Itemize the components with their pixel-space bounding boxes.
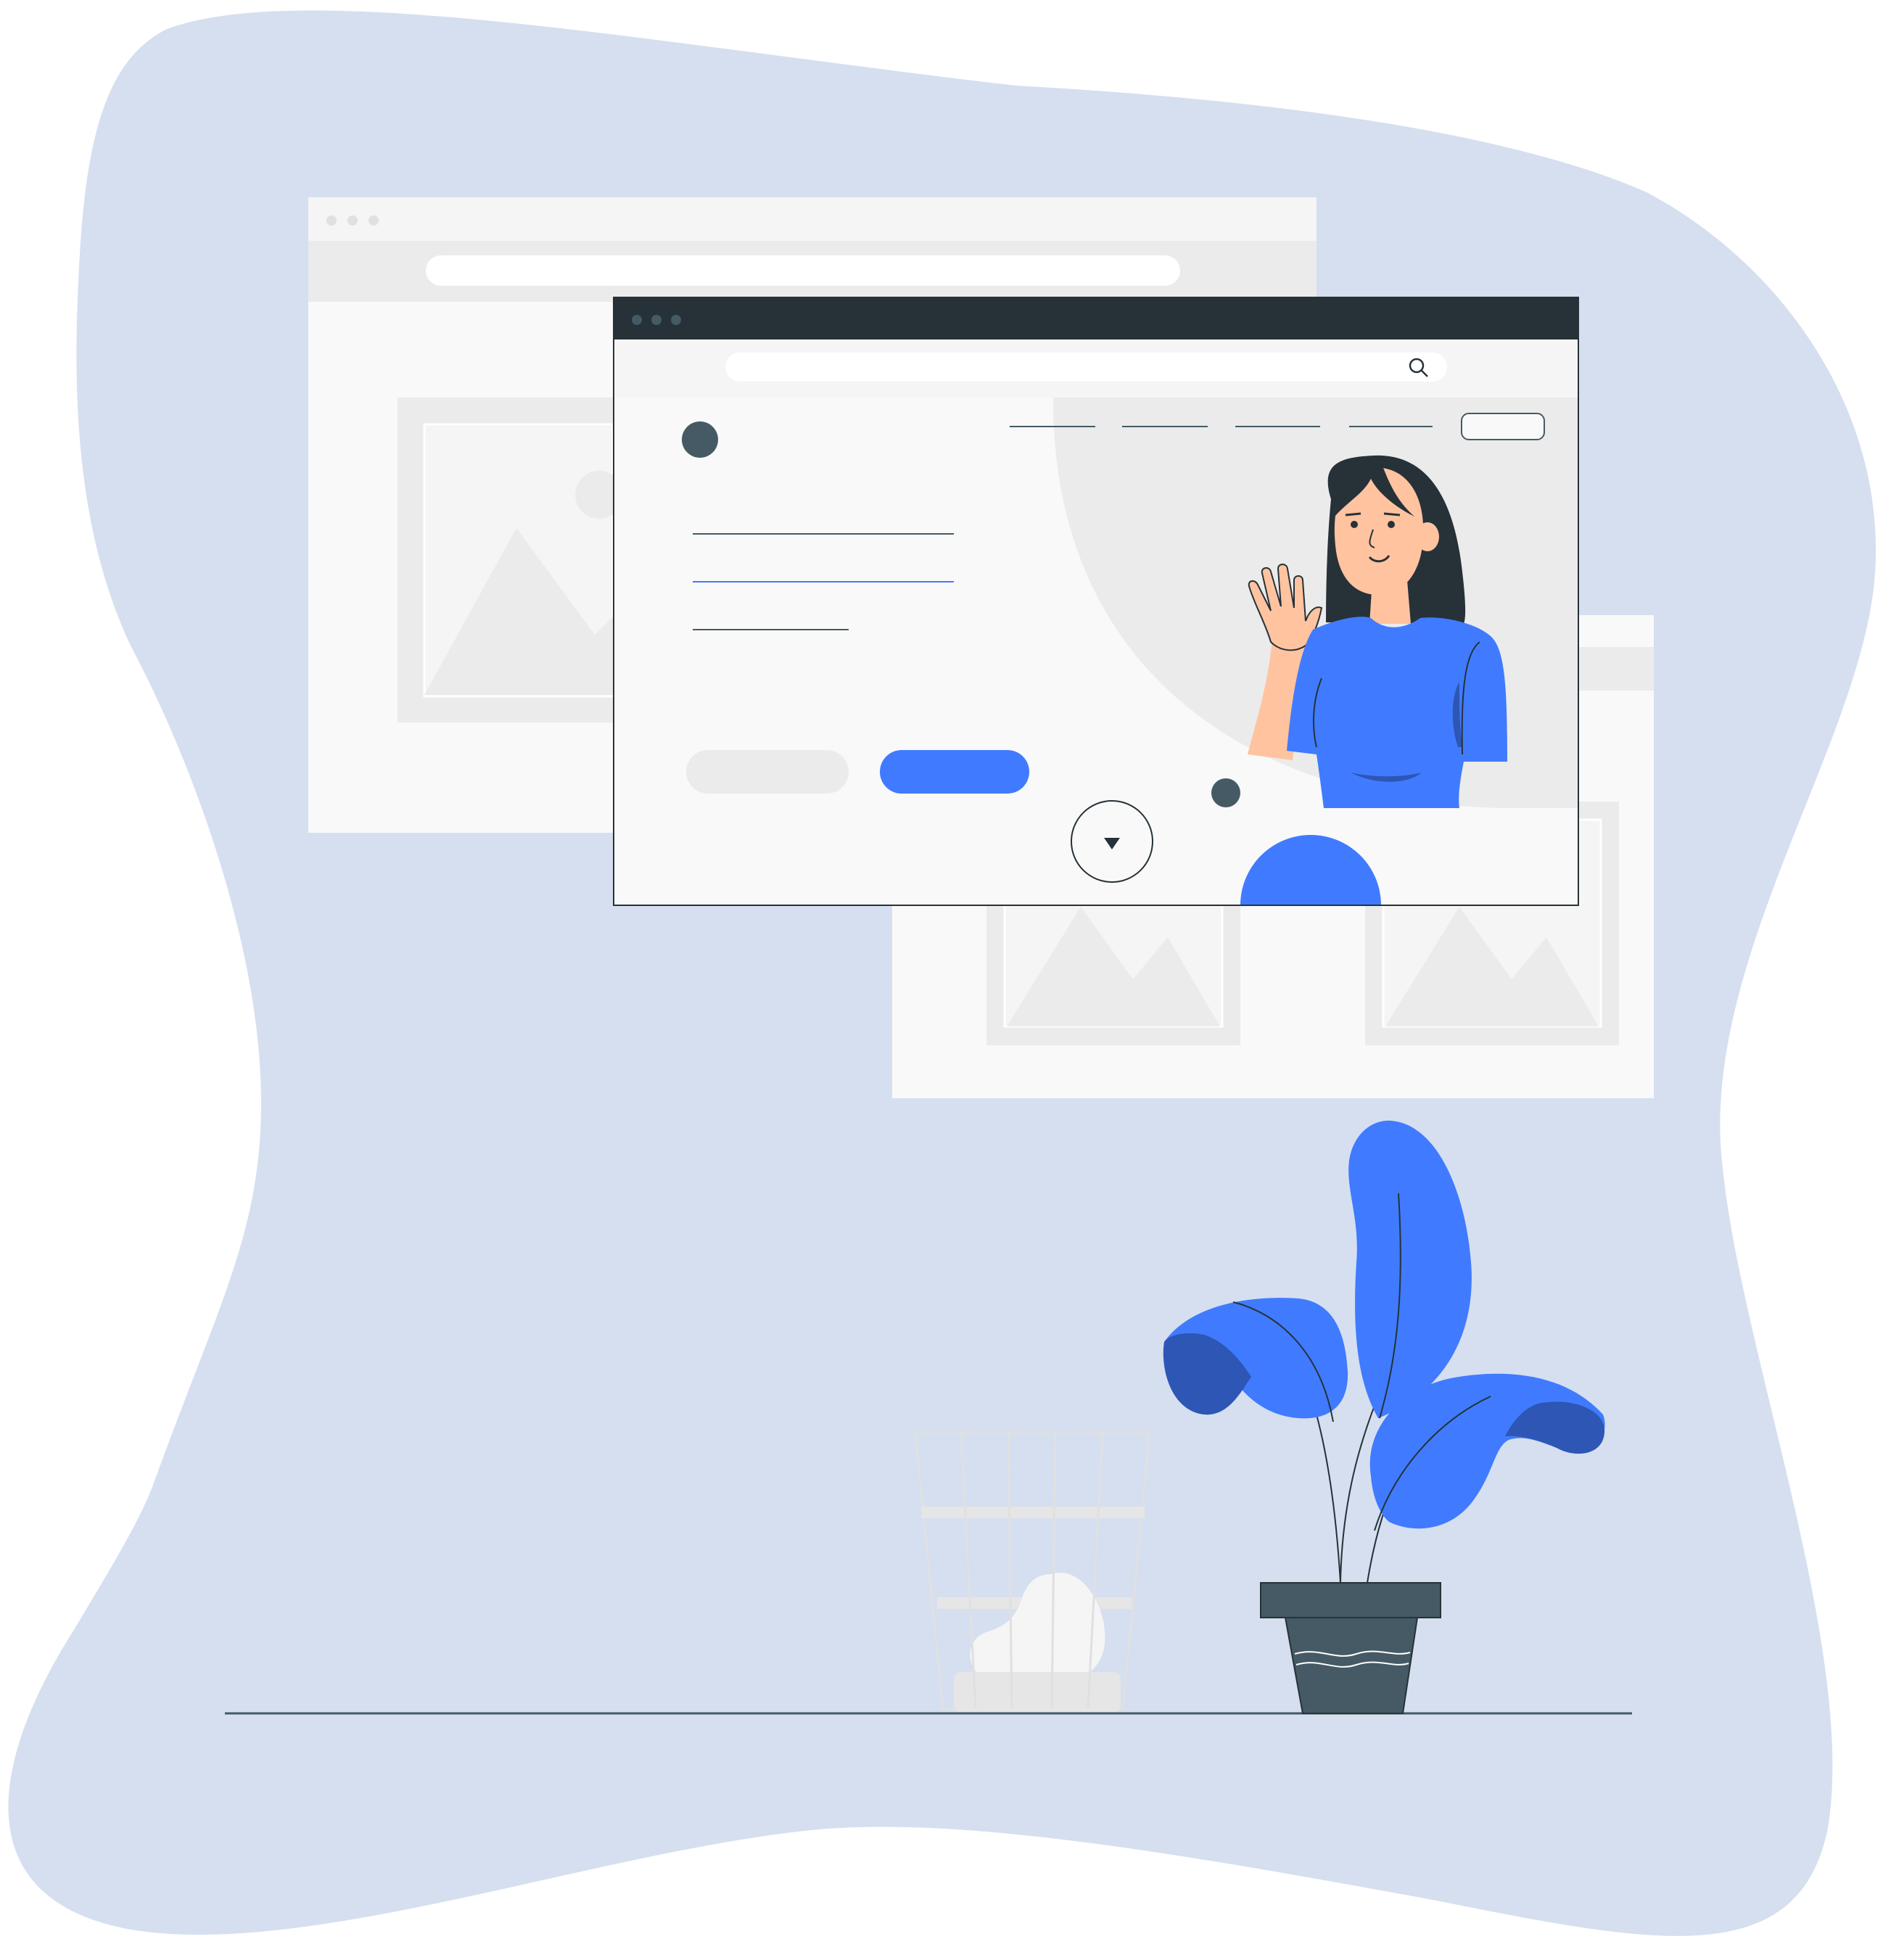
image-placeholder-icon bbox=[397, 398, 623, 722]
address-bar bbox=[426, 255, 1180, 286]
nav-button[interactable] bbox=[1461, 413, 1545, 440]
secondary-button[interactable] bbox=[686, 750, 849, 794]
primary-button[interactable] bbox=[880, 750, 1029, 794]
logo-placeholder bbox=[682, 421, 718, 458]
address-bar[interactable] bbox=[725, 353, 1447, 382]
website-illustration bbox=[8, 10, 1876, 1936]
decorative-dot bbox=[1211, 778, 1240, 807]
main-browser-window bbox=[613, 297, 1579, 906]
scroll-down-button[interactable] bbox=[1071, 800, 1153, 883]
